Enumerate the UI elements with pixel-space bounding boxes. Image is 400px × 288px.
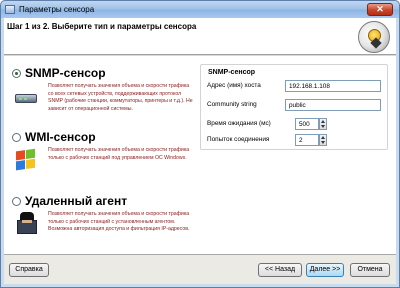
community-label: Community string [207, 101, 257, 108]
option-agent-description: Позволяет получать значения объема и ско… [48, 211, 190, 233]
community-row: Community string [207, 98, 257, 111]
radio-snmp[interactable] [12, 68, 21, 78]
option-snmp-label[interactable]: SNMP-сенсор [25, 66, 106, 80]
wizard-logo-icon [358, 21, 390, 53]
router-icon [14, 84, 38, 108]
window-title: Параметры сенсора [19, 5, 95, 14]
community-input[interactable]: public [285, 99, 381, 111]
option-snmp-description: Позволяет получать значения объема и ско… [48, 83, 193, 112]
wizard-footer: Справка << Назад Далее >> Отмена [4, 254, 396, 284]
step-title: Шаг 1 из 2. Выберите тип и параметры сен… [7, 22, 197, 31]
windows-icon [14, 148, 38, 172]
wizard-header: Шаг 1 из 2. Выберите тип и параметры сен… [4, 18, 396, 55]
back-button[interactable]: << Назад [258, 263, 302, 277]
option-wmi-label[interactable]: WMI-сенсор [25, 130, 96, 144]
snmp-settings-group: SNMP-сенсор Адрес (имя) хоста 192.168.1.… [200, 64, 388, 150]
timeout-spinner[interactable] [319, 118, 327, 130]
retries-row: Попыток соединения [207, 133, 269, 146]
agent-icon [14, 212, 38, 236]
timeout-label: Время ожидания (мс) [207, 120, 271, 127]
timeout-row: Время ожидания (мс) [207, 117, 271, 130]
option-agent[interactable]: Удаленный агент Позволяет получать значе… [12, 194, 192, 234]
close-button[interactable]: ✕ [367, 3, 393, 16]
next-button[interactable]: Далее >> [306, 263, 344, 277]
radio-wmi[interactable] [12, 132, 21, 142]
timeout-input[interactable]: 500 [295, 118, 319, 130]
radio-agent[interactable] [12, 196, 21, 206]
retries-label: Попыток соединения [207, 136, 270, 143]
cancel-button[interactable]: Отмена [350, 263, 390, 277]
wizard-content: SNMP-сенсор Позволяет получать значения … [4, 56, 396, 254]
retries-input[interactable]: 2 [295, 134, 319, 146]
retries-spinner[interactable] [319, 134, 327, 146]
host-input[interactable]: 192.168.1.108 [285, 80, 381, 92]
window-titlebar: Параметры сенсора ✕ [0, 0, 400, 18]
app-icon [5, 5, 15, 14]
option-wmi-description: Позволяет получать значения объема и ско… [48, 147, 190, 161]
option-snmp[interactable]: SNMP-сенсор Позволяет получать значения … [12, 66, 193, 112]
help-button[interactable]: Справка [9, 263, 49, 277]
host-label: Адрес (имя) хоста [207, 82, 261, 89]
snmp-group-title: SNMP-сенсор [208, 69, 256, 76]
option-wmi[interactable]: WMI-сенсор Позволяет получать значения о… [12, 130, 192, 171]
option-agent-label[interactable]: Удаленный агент [25, 194, 127, 208]
host-row: Адрес (имя) хоста [207, 79, 261, 92]
